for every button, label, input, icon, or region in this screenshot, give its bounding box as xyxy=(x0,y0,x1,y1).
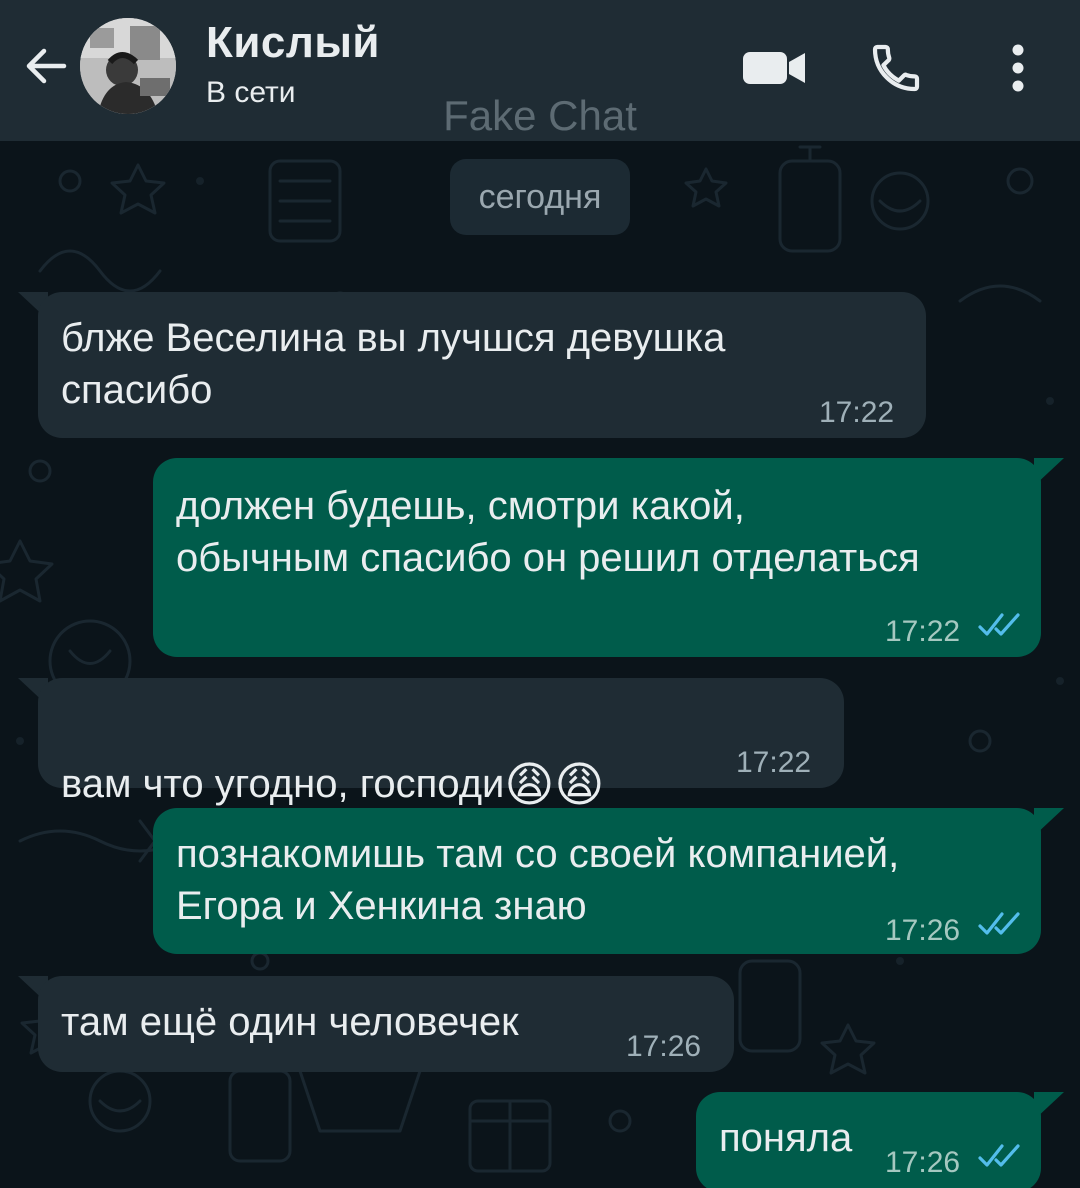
message-text-content: вам что угодно, господи xyxy=(61,762,505,806)
message-time: 17:26 xyxy=(626,1030,702,1063)
message-outgoing[interactable]: должен будешь, смотри какой, обычным спа… xyxy=(153,458,1041,657)
double-check-read-icon xyxy=(978,912,1020,935)
message-outgoing[interactable]: познакомишь там со своей компанией, Егор… xyxy=(153,808,1041,954)
message-time: 17:22 xyxy=(819,396,895,429)
message-text: вам что угодно, господи😩😩 xyxy=(61,706,604,812)
chat-screen: Кислый В сети Fake Chat сегодня блже Вес… xyxy=(0,0,1080,1188)
message-incoming[interactable]: блже Веселина вы лучшся девушка спасибо … xyxy=(38,292,926,438)
phone-icon xyxy=(872,44,920,92)
more-vertical-icon xyxy=(1012,44,1024,92)
date-separator: сегодня xyxy=(450,159,630,235)
message-time: 17:26 xyxy=(885,1146,961,1179)
watermark: Fake Chat xyxy=(443,92,637,139)
back-button[interactable] xyxy=(20,40,72,92)
message-text: там ещё один человечек xyxy=(61,1000,519,1044)
double-check-read-icon xyxy=(978,1144,1020,1167)
message-text: должен будешь, смотри какой, обычным спа… xyxy=(176,484,920,580)
emoji-weary-face: 😩😩 xyxy=(504,759,605,812)
contact-name[interactable]: Кислый xyxy=(206,18,380,68)
message-time: 17:26 xyxy=(885,914,961,947)
message-text: познакомишь там со своей компанией, Егор… xyxy=(176,832,900,928)
message-text: поняла xyxy=(719,1116,853,1160)
video-camera-icon xyxy=(743,52,805,84)
message-time: 17:22 xyxy=(736,746,812,779)
chat-area[interactable]: сегодня блже Веселина вы лучшся девушка … xyxy=(0,141,1080,1188)
message-text: блже Веселина вы лучшся девушка спасибо xyxy=(61,316,726,412)
message-incoming[interactable]: там ещё один человечек 17:26 xyxy=(38,976,734,1072)
message-time: 17:22 xyxy=(885,615,961,648)
message-incoming[interactable]: вам что угодно, господи😩😩 17:22 xyxy=(38,678,844,812)
arrow-left-icon xyxy=(26,48,67,84)
double-check-read-icon xyxy=(978,613,1020,636)
message-outgoing[interactable]: поняла 17:26 xyxy=(696,1092,1041,1188)
